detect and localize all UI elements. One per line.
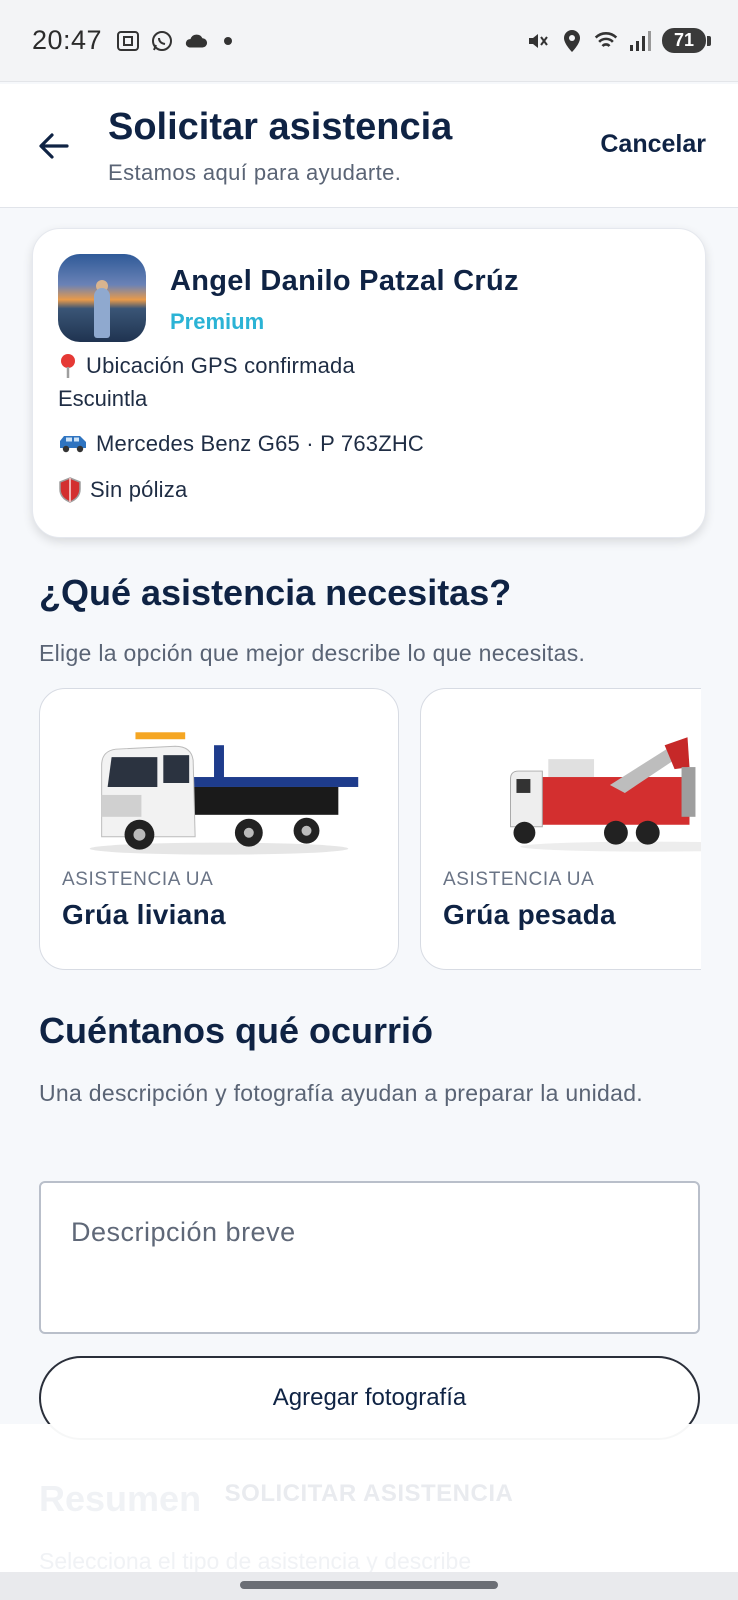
status-left-icons [116,29,233,53]
location-icon [560,29,584,53]
option-tag: ASISTENCIA UA [443,869,595,890]
option-card-grua-pesada[interactable]: ASISTENCIA UA Grúa pesada [420,688,701,970]
location-value: Escuintla [58,386,148,411]
bottom-action-panel: Resumen Selecciona el tipo de asistencia… [0,1424,738,1574]
battery-indicator: 71 [662,28,711,53]
page-subtitle: Estamos aquí para ayudarte. [108,160,402,185]
status-bar: 20:47 71 [0,0,738,82]
vehicle-info: Mercedes Benz G65 · P 763ZHC [58,431,424,457]
status-time: 20:47 [32,25,103,55]
vehicle-label: Mercedes Benz G65 · P 763ZHC [96,431,425,456]
policy-info: Sin póliza [58,477,187,503]
option-label: Grúa pesada [443,899,616,930]
assistance-section-title: ¿Qué asistencia necesitas? [39,572,512,613]
flatbed-tow-truck-image [89,732,359,855]
back-button[interactable] [32,124,76,168]
page-title: Solicitar asistencia [108,106,453,148]
whatsapp-icon [150,29,174,53]
status-right-icons: 71 [526,28,711,53]
screenshot-icon [116,29,140,53]
heavy-wrecker-truck-image [510,737,701,852]
incident-section-subtitle: Una descripción y fotografía ayudan a pr… [39,1080,643,1106]
avatar [58,254,146,342]
option-tag: ASISTENCIA UA [62,869,214,890]
gps-status-label: Ubicación GPS confirmada [86,353,355,378]
assistance-options-carousel[interactable]: ASISTENCIA UA Grúa liviana ASISTENCIA UA… [39,688,701,972]
profile-card: Angel Danilo Patzal Crúz Premium Ubicaci… [32,228,706,538]
signal-icon [628,29,652,53]
option-card-grua-liviana[interactable]: ASISTENCIA UA Grúa liviana [39,688,399,970]
membership-tier: Premium [170,309,265,334]
assistance-section-subtitle: Elige la opción que mejor describe lo qu… [39,640,586,666]
cloud-icon [184,29,208,53]
policy-label: Sin póliza [90,477,188,502]
app-header: Solicitar asistencia Estamos aquí para a… [0,84,738,208]
option-label: Grúa liviana [62,899,226,930]
map-pin-icon [61,354,75,378]
submit-request-button[interactable]: SOLICITAR ASISTENCIA [0,1464,738,1524]
home-indicator[interactable] [240,1581,498,1589]
arrow-left-icon [39,133,69,159]
cancel-button[interactable]: Cancelar [600,130,706,159]
car-icon [60,436,86,453]
notification-dot-icon [224,36,233,45]
summary-subtitle: Selecciona el tipo de asistencia y descr… [39,1548,472,1574]
shield-icon [59,477,81,503]
incident-section-title: Cuéntanos qué ocurrió [39,1010,434,1051]
mute-icon [526,29,550,53]
wifi-icon [594,29,618,53]
description-input[interactable] [39,1181,700,1334]
user-name: Angel Danilo Patzal Crúz [170,265,519,297]
gps-status: Ubicación GPS confirmada [58,353,355,379]
